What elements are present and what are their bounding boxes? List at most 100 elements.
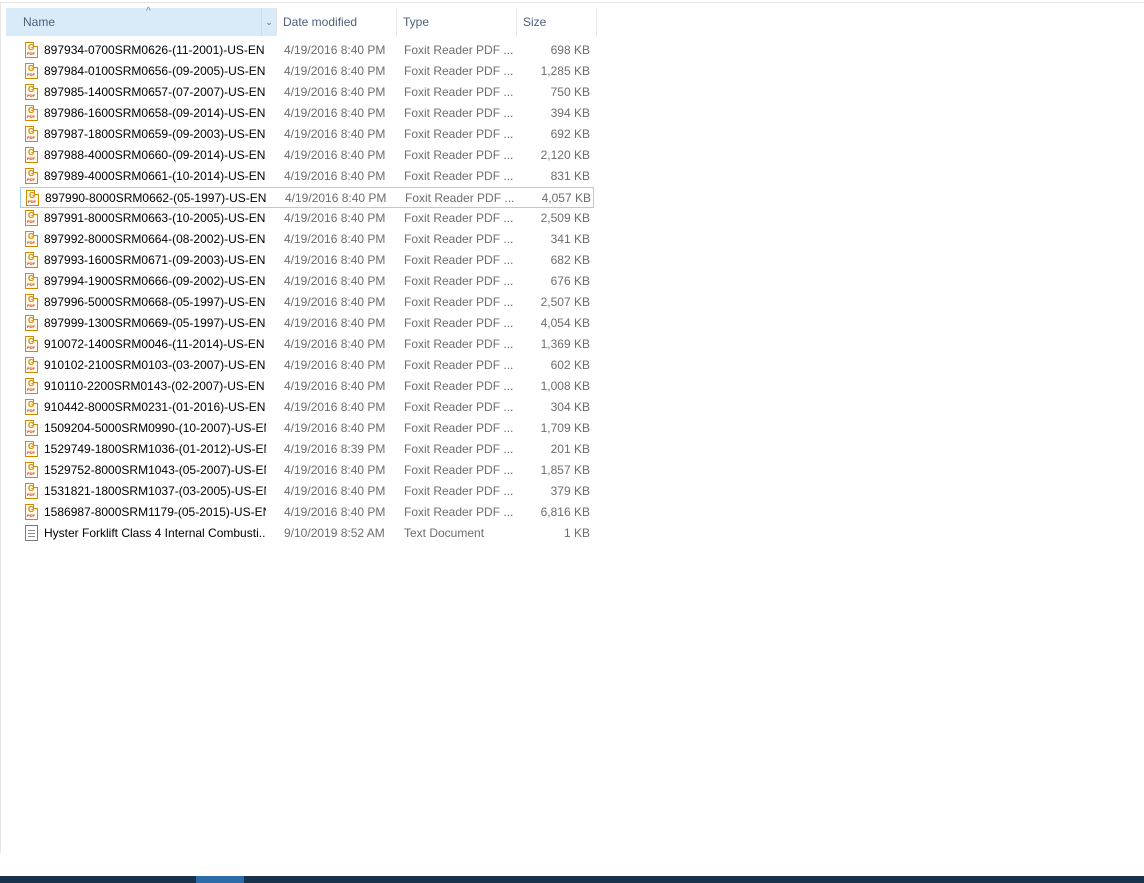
file-name: 897993-1600SRM0671-(09-2003)-US-EN xyxy=(44,253,266,267)
file-row[interactable]: G PDF 1531821-1800SRM1037-(03-2005)-US-EN 4… xyxy=(20,481,594,502)
file-date-modified: 4/19/2016 8:40 PM xyxy=(284,400,386,414)
file-row[interactable]: G PDF 910102-2100SRM0103-(03-2007)-US-EN 4/… xyxy=(20,355,594,376)
file-row[interactable]: G PDF 1529752-8000SRM1043-(05-2007)-US-EN 4… xyxy=(20,460,594,481)
file-row[interactable]: G PDF 897996-5000SRM0668-(05-1997)-US-EN 4/… xyxy=(20,292,594,313)
column-header-size-label: Size xyxy=(523,15,547,29)
file-name: 897985-1400SRM0657-(07-2007)-US-EN xyxy=(44,85,266,99)
file-row[interactable]: G PDF 910110-2200SRM0143-(02-2007)-US-EN 4/… xyxy=(20,376,594,397)
file-row[interactable]: G PDF 910072-1400SRM0046-(11-2014)-US-EN 4/… xyxy=(20,334,594,355)
file-size: 676 KB xyxy=(550,274,590,288)
file-size: 201 KB xyxy=(550,442,590,456)
file-size: 394 KB xyxy=(550,106,590,120)
file-name: 1529749-1800SRM1036-(01-2012)-US-EN xyxy=(44,442,266,456)
pdf-file-icon: G PDF xyxy=(25,378,38,394)
file-type: Foxit Reader PDF ... xyxy=(404,232,514,246)
column-header-date-label: Date modified xyxy=(283,15,358,29)
file-row[interactable]: G PDF 897994-1900SRM0666-(09-2002)-US-EN 4/… xyxy=(20,271,594,292)
file-row[interactable]: G PDF 897986-1600SRM0658-(09-2014)-US-EN 4/… xyxy=(20,103,594,124)
taskbar-active-app[interactable] xyxy=(196,876,244,883)
file-row[interactable]: G PDF 897993-1600SRM0671-(09-2003)-US-EN 4/… xyxy=(20,250,594,271)
file-date-modified: 4/19/2016 8:40 PM xyxy=(284,484,386,498)
file-date-modified: 4/19/2016 8:40 PM xyxy=(284,295,386,309)
file-type: Foxit Reader PDF ... xyxy=(404,358,514,372)
pdf-file-icon: G PDF xyxy=(25,126,38,142)
column-header-type[interactable]: Type xyxy=(397,8,517,36)
file-date-modified: 4/19/2016 8:40 PM xyxy=(284,148,386,162)
window-left-border xyxy=(0,3,1,853)
file-type: Foxit Reader PDF ... xyxy=(404,421,514,435)
pdf-file-icon: G PDF xyxy=(25,357,38,373)
file-type: Foxit Reader PDF ... xyxy=(404,442,514,456)
file-date-modified: 4/19/2016 8:40 PM xyxy=(284,64,386,78)
file-name: 897996-5000SRM0668-(05-1997)-US-EN xyxy=(44,295,266,309)
file-type: Foxit Reader PDF ... xyxy=(404,253,514,267)
file-name: 910110-2200SRM0143-(02-2007)-US-EN xyxy=(44,379,265,393)
column-header-type-label: Type xyxy=(403,15,430,29)
text-file-icon xyxy=(25,525,38,541)
file-row[interactable]: G PDF 1529749-1800SRM1036-(01-2012)-US-EN 4… xyxy=(20,439,594,460)
file-row[interactable]: G PDF 910442-8000SRM0231-(01-2016)-US-EN 4/… xyxy=(20,397,594,418)
file-type: Foxit Reader PDF ... xyxy=(404,295,514,309)
file-size: 750 KB xyxy=(550,85,590,99)
file-date-modified: 4/19/2016 8:40 PM xyxy=(284,106,386,120)
file-row[interactable]: G PDF 897991-8000SRM0663-(10-2005)-US-EN 4/… xyxy=(20,208,594,229)
file-row[interactable]: G PDF 1586987-8000SRM1179-(05-2015)-US-EN 4… xyxy=(20,502,594,523)
file-row[interactable]: G PDF 897992-8000SRM0664-(08-2002)-US-EN 4/… xyxy=(20,229,594,250)
file-size: 4,057 KB xyxy=(541,191,591,205)
file-row[interactable]: G PDF 1509204-5000SRM0990-(10-2007)-US-EN 4… xyxy=(20,418,594,439)
pdf-file-icon: G PDF xyxy=(25,273,38,289)
file-size: 1 KB xyxy=(563,526,590,540)
file-name: 897988-4000SRM0660-(09-2014)-US-EN xyxy=(44,148,266,162)
file-size: 602 KB xyxy=(550,358,590,372)
column-header-name[interactable]: ^ Name ⌄ xyxy=(6,6,277,36)
file-name: 910442-8000SRM0231-(01-2016)-US-EN xyxy=(44,400,266,414)
file-type: Foxit Reader PDF ... xyxy=(404,463,514,477)
file-row[interactable]: Hyster Forklift Class 4 Internal Combust… xyxy=(20,523,594,544)
file-date-modified: 4/19/2016 8:40 PM xyxy=(284,127,386,141)
file-name: 897934-0700SRM0626-(11-2001)-US-EN xyxy=(44,43,265,57)
file-type: Foxit Reader PDF ... xyxy=(404,106,514,120)
file-row[interactable]: G PDF 897987-1800SRM0659-(09-2003)-US-EN 4/… xyxy=(20,124,594,145)
file-type: Foxit Reader PDF ... xyxy=(404,400,514,414)
pdf-file-icon: G PDF xyxy=(25,84,38,100)
pdf-file-icon: G PDF xyxy=(25,42,38,58)
file-type: Foxit Reader PDF ... xyxy=(404,211,514,225)
file-row[interactable]: G PDF 897985-1400SRM0657-(07-2007)-US-EN 4/… xyxy=(20,82,594,103)
column-header-row: ^ Name ⌄ Date modified Type Size xyxy=(0,6,600,36)
file-name: 1509204-5000SRM0990-(10-2007)-US-EN xyxy=(44,421,266,435)
file-date-modified: 4/19/2016 8:40 PM xyxy=(284,316,386,330)
file-row[interactable]: G PDF 897934-0700SRM0626-(11-2001)-US-EN 4/… xyxy=(20,40,594,61)
column-header-date-modified[interactable]: Date modified xyxy=(277,8,397,36)
file-type: Foxit Reader PDF ... xyxy=(404,484,514,498)
file-type: Foxit Reader PDF ... xyxy=(404,85,514,99)
file-size: 1,857 KB xyxy=(540,463,590,477)
file-name: 897991-8000SRM0663-(10-2005)-US-EN xyxy=(44,211,266,225)
file-size: 698 KB xyxy=(550,43,590,57)
file-size: 1,709 KB xyxy=(540,421,590,435)
file-row[interactable]: G PDF 897999-1300SRM0669-(05-1997)-US-EN 4/… xyxy=(20,313,594,334)
file-date-modified: 4/19/2016 8:40 PM xyxy=(284,169,386,183)
file-name: 897999-1300SRM0669-(05-1997)-US-EN xyxy=(44,316,266,330)
file-date-modified: 9/10/2019 8:52 AM xyxy=(284,526,385,540)
window-top-border xyxy=(0,0,1144,3)
file-type: Foxit Reader PDF ... xyxy=(404,274,514,288)
file-row[interactable]: G PDF 897984-0100SRM0656-(09-2005)-US-EN 4/… xyxy=(20,61,594,82)
file-name: 1529752-8000SRM1043-(05-2007)-US-EN xyxy=(44,463,266,477)
file-name: 1586987-8000SRM1179-(05-2015)-US-EN xyxy=(44,505,266,519)
pdf-file-icon: G PDF xyxy=(25,168,38,184)
file-type: Text Document xyxy=(404,526,485,540)
column-header-size[interactable]: Size xyxy=(517,8,597,36)
file-type: Foxit Reader PDF ... xyxy=(404,169,514,183)
file-type: Foxit Reader PDF ... xyxy=(404,43,514,57)
file-row[interactable]: G PDF 897990-8000SRM0662-(05-1997)-US-EN 4/… xyxy=(20,187,594,208)
column-filter-chevron-icon[interactable]: ⌄ xyxy=(261,8,276,36)
file-row[interactable]: G PDF 897988-4000SRM0660-(09-2014)-US-EN 4/… xyxy=(20,145,594,166)
file-size: 2,509 KB xyxy=(540,211,590,225)
pdf-file-icon: G PDF xyxy=(25,399,38,415)
file-size: 682 KB xyxy=(550,253,590,267)
file-row[interactable]: G PDF 897989-4000SRM0661-(10-2014)-US-EN 4/… xyxy=(20,166,594,187)
file-date-modified: 4/19/2016 8:40 PM xyxy=(284,379,386,393)
file-size: 1,369 KB xyxy=(540,337,590,351)
taskbar xyxy=(0,876,1144,883)
file-name: 897984-0100SRM0656-(09-2005)-US-EN xyxy=(44,64,266,78)
